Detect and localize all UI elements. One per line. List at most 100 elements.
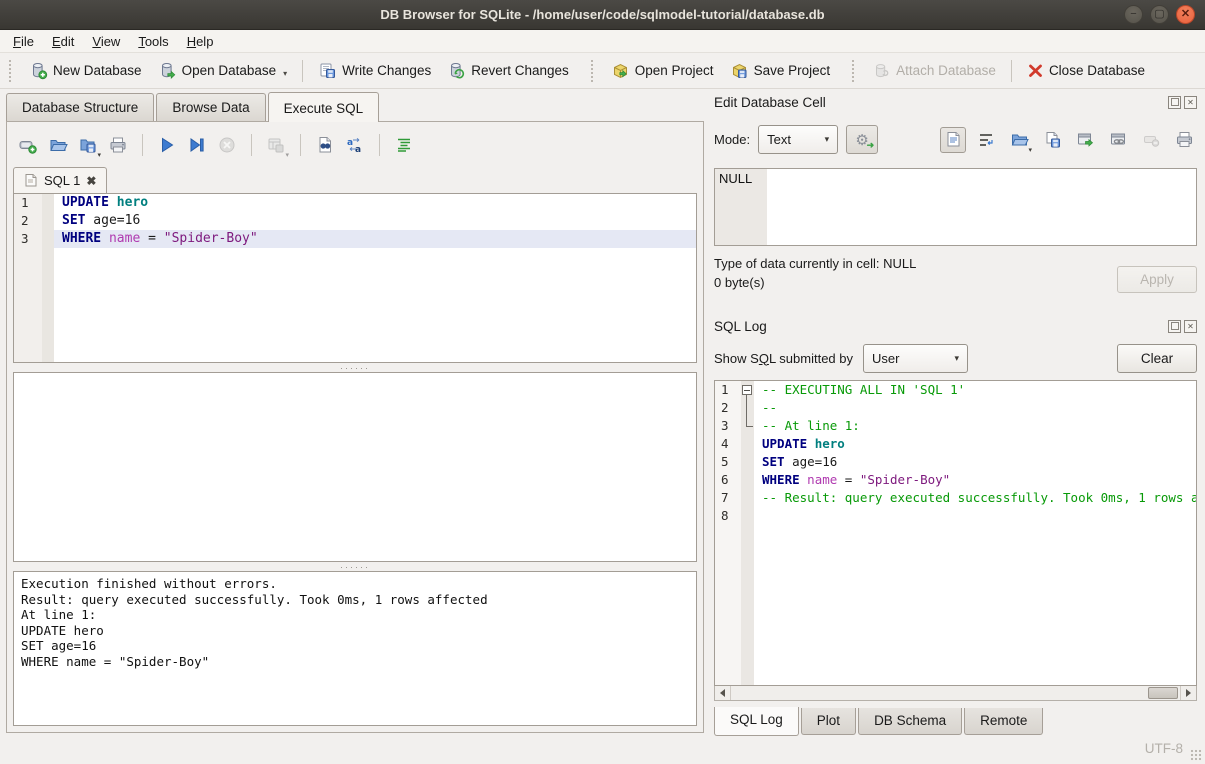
execute-all-button[interactable] [154, 132, 180, 158]
tab-remote[interactable]: Remote [964, 708, 1043, 735]
chevron-down-icon: ▾ [954, 353, 959, 364]
scroll-right-arrow[interactable] [1180, 686, 1196, 700]
toolbar-grip[interactable] [9, 60, 16, 82]
minimize-icon: − [1130, 9, 1136, 20]
open-database-button[interactable]: Open Database ▾ [150, 57, 296, 84]
sql-log-filter-label: Show SQL submitted by [714, 351, 853, 366]
write-changes-button[interactable]: Write Changes [310, 57, 439, 84]
auto-format-button[interactable]: ⚙ ➜ [846, 125, 878, 154]
export-cell-data-button[interactable] [1039, 127, 1065, 153]
tab-execute-sql[interactable]: Execute SQL [268, 92, 380, 122]
line-number: 6 [715, 471, 741, 489]
menu-tools[interactable]: Tools [129, 31, 177, 52]
code-line[interactable]: 1-- EXECUTING ALL IN 'SQL 1' [715, 381, 1196, 399]
print-cell-button[interactable] [1171, 127, 1197, 153]
close-button[interactable]: ✕ [1176, 5, 1195, 24]
sql-doc-tab-close-icon[interactable]: ✖ [86, 174, 96, 188]
cell-value-editor[interactable]: NULL [714, 168, 1197, 246]
results-messages-splitter[interactable]: ······ [13, 562, 697, 571]
find-in-sql-button[interactable] [312, 132, 338, 158]
code-line[interactable]: 1UPDATE hero [14, 194, 696, 212]
chevron-down-icon: ▾ [825, 134, 830, 145]
code-text: -- Result: query executed successfully. … [754, 489, 1196, 507]
sql-log-filter-select[interactable]: User ▾ [863, 344, 968, 373]
tab-plot[interactable]: Plot [801, 708, 856, 735]
float-panel-icon[interactable] [1168, 96, 1181, 109]
tab-sql-log[interactable]: SQL Log [714, 707, 799, 736]
splitter-handle-dots: ······ [340, 565, 370, 569]
toolbar-grip[interactable] [591, 60, 598, 82]
sql-doc-tabbar: SQL 1 ✖ [13, 164, 697, 193]
maximize-button[interactable]: ▢ [1150, 5, 1169, 24]
app-window: DB Browser for SQLite - /home/user/code/… [0, 0, 1205, 764]
cell-editor-toolbar: ▾ [940, 127, 1197, 153]
tab-browse-data[interactable]: Browse Data [156, 93, 265, 121]
float-panel-icon[interactable] [1168, 320, 1181, 333]
open-database-dropdown-icon[interactable]: ▾ [283, 69, 287, 80]
sql-log-hscrollbar[interactable] [714, 686, 1197, 701]
hscrollbar-thumb[interactable] [1148, 687, 1178, 699]
close-panel-icon[interactable]: ✕ [1184, 96, 1197, 109]
editor-results-splitter[interactable]: ······ [13, 363, 697, 372]
menu-edit[interactable]: Edit [43, 31, 83, 52]
code-line[interactable]: 3-- At line 1: [715, 417, 1196, 435]
toolbar-separator [1011, 60, 1012, 82]
menu-help[interactable]: Help [178, 31, 223, 52]
fold-margin [42, 230, 54, 248]
execute-line-button[interactable] [184, 132, 210, 158]
close-database-button[interactable]: Close Database [1019, 58, 1153, 83]
code-line[interactable]: 6WHERE name = "Spider-Boy" [715, 471, 1196, 489]
revert-changes-label: Revert Changes [471, 63, 569, 78]
word-wrap-icon-button[interactable] [973, 127, 999, 153]
print-sql-button[interactable] [105, 132, 131, 158]
save-project-icon [730, 61, 749, 80]
line-number: 1 [14, 194, 42, 212]
minimize-button[interactable]: − [1124, 5, 1143, 24]
code-line[interactable]: 4UPDATE hero [715, 435, 1196, 453]
replace-in-sql-button[interactable]: aa [342, 132, 368, 158]
menu-view[interactable]: View [83, 31, 129, 52]
new-database-button[interactable]: New Database [21, 57, 150, 84]
code-line[interactable]: 5SET age=16 [715, 453, 1196, 471]
resize-grip[interactable] [1190, 749, 1202, 761]
code-line[interactable]: 7-- Result: query executed successfully.… [715, 489, 1196, 507]
save-sql-file-button[interactable]: ▾ [75, 132, 101, 158]
close-panel-icon[interactable]: ✕ [1184, 320, 1197, 333]
copy-link-button[interactable] [1105, 127, 1131, 153]
save-project-button[interactable]: Save Project [722, 57, 839, 84]
import-cell-data-button[interactable]: ▾ [1006, 127, 1032, 153]
toolbar-grip[interactable] [852, 60, 859, 82]
save-sql-dropdown-icon[interactable]: ▾ [97, 151, 101, 159]
scroll-left-arrow[interactable] [715, 686, 731, 700]
open-in-external-app-button[interactable] [1072, 127, 1098, 153]
sql-doc-tab[interactable]: SQL 1 ✖ [13, 167, 107, 193]
fold-margin [42, 212, 54, 230]
format-sql-button[interactable] [391, 132, 417, 158]
open-sql-file-button[interactable] [45, 132, 71, 158]
titlebar[interactable]: DB Browser for SQLite - /home/user/code/… [0, 0, 1205, 30]
new-sql-tab-button[interactable] [15, 132, 41, 158]
execution-messages-pane[interactable]: Execution finished without errors. Resul… [13, 571, 697, 726]
code-text: SET age=16 [754, 453, 1196, 471]
open-project-button[interactable]: Open Project [603, 57, 722, 84]
sql-file-icon [24, 173, 38, 188]
line-number: 4 [715, 435, 741, 453]
fold-marker-icon [741, 399, 754, 417]
sql-log-view[interactable]: 1-- EXECUTING ALL IN 'SQL 1'2--3-- At li… [714, 380, 1197, 686]
mode-select[interactable]: Text ▾ [758, 125, 838, 154]
clear-log-button[interactable]: Clear [1117, 344, 1197, 373]
tab-database-structure[interactable]: Database Structure [6, 93, 154, 121]
sql-editor[interactable]: 1UPDATE hero2SET age=163WHERE name = "Sp… [13, 193, 697, 363]
code-line[interactable]: 3WHERE name = "Spider-Boy" [14, 230, 696, 248]
cell-type-info: Type of data currently in cell: NULL [714, 256, 916, 271]
tab-db-schema[interactable]: DB Schema [858, 708, 962, 735]
revert-changes-button[interactable]: Revert Changes [439, 57, 577, 84]
results-pane[interactable] [13, 372, 697, 562]
menu-file[interactable]: File [4, 31, 43, 52]
code-line[interactable]: 2-- [715, 399, 1196, 417]
text-mode-icon-button[interactable] [940, 127, 966, 153]
fold-marker-icon[interactable] [741, 381, 754, 399]
code-line[interactable]: 8 [715, 507, 1196, 525]
import-dropdown-icon[interactable]: ▾ [1028, 146, 1032, 154]
code-line[interactable]: 2SET age=16 [14, 212, 696, 230]
